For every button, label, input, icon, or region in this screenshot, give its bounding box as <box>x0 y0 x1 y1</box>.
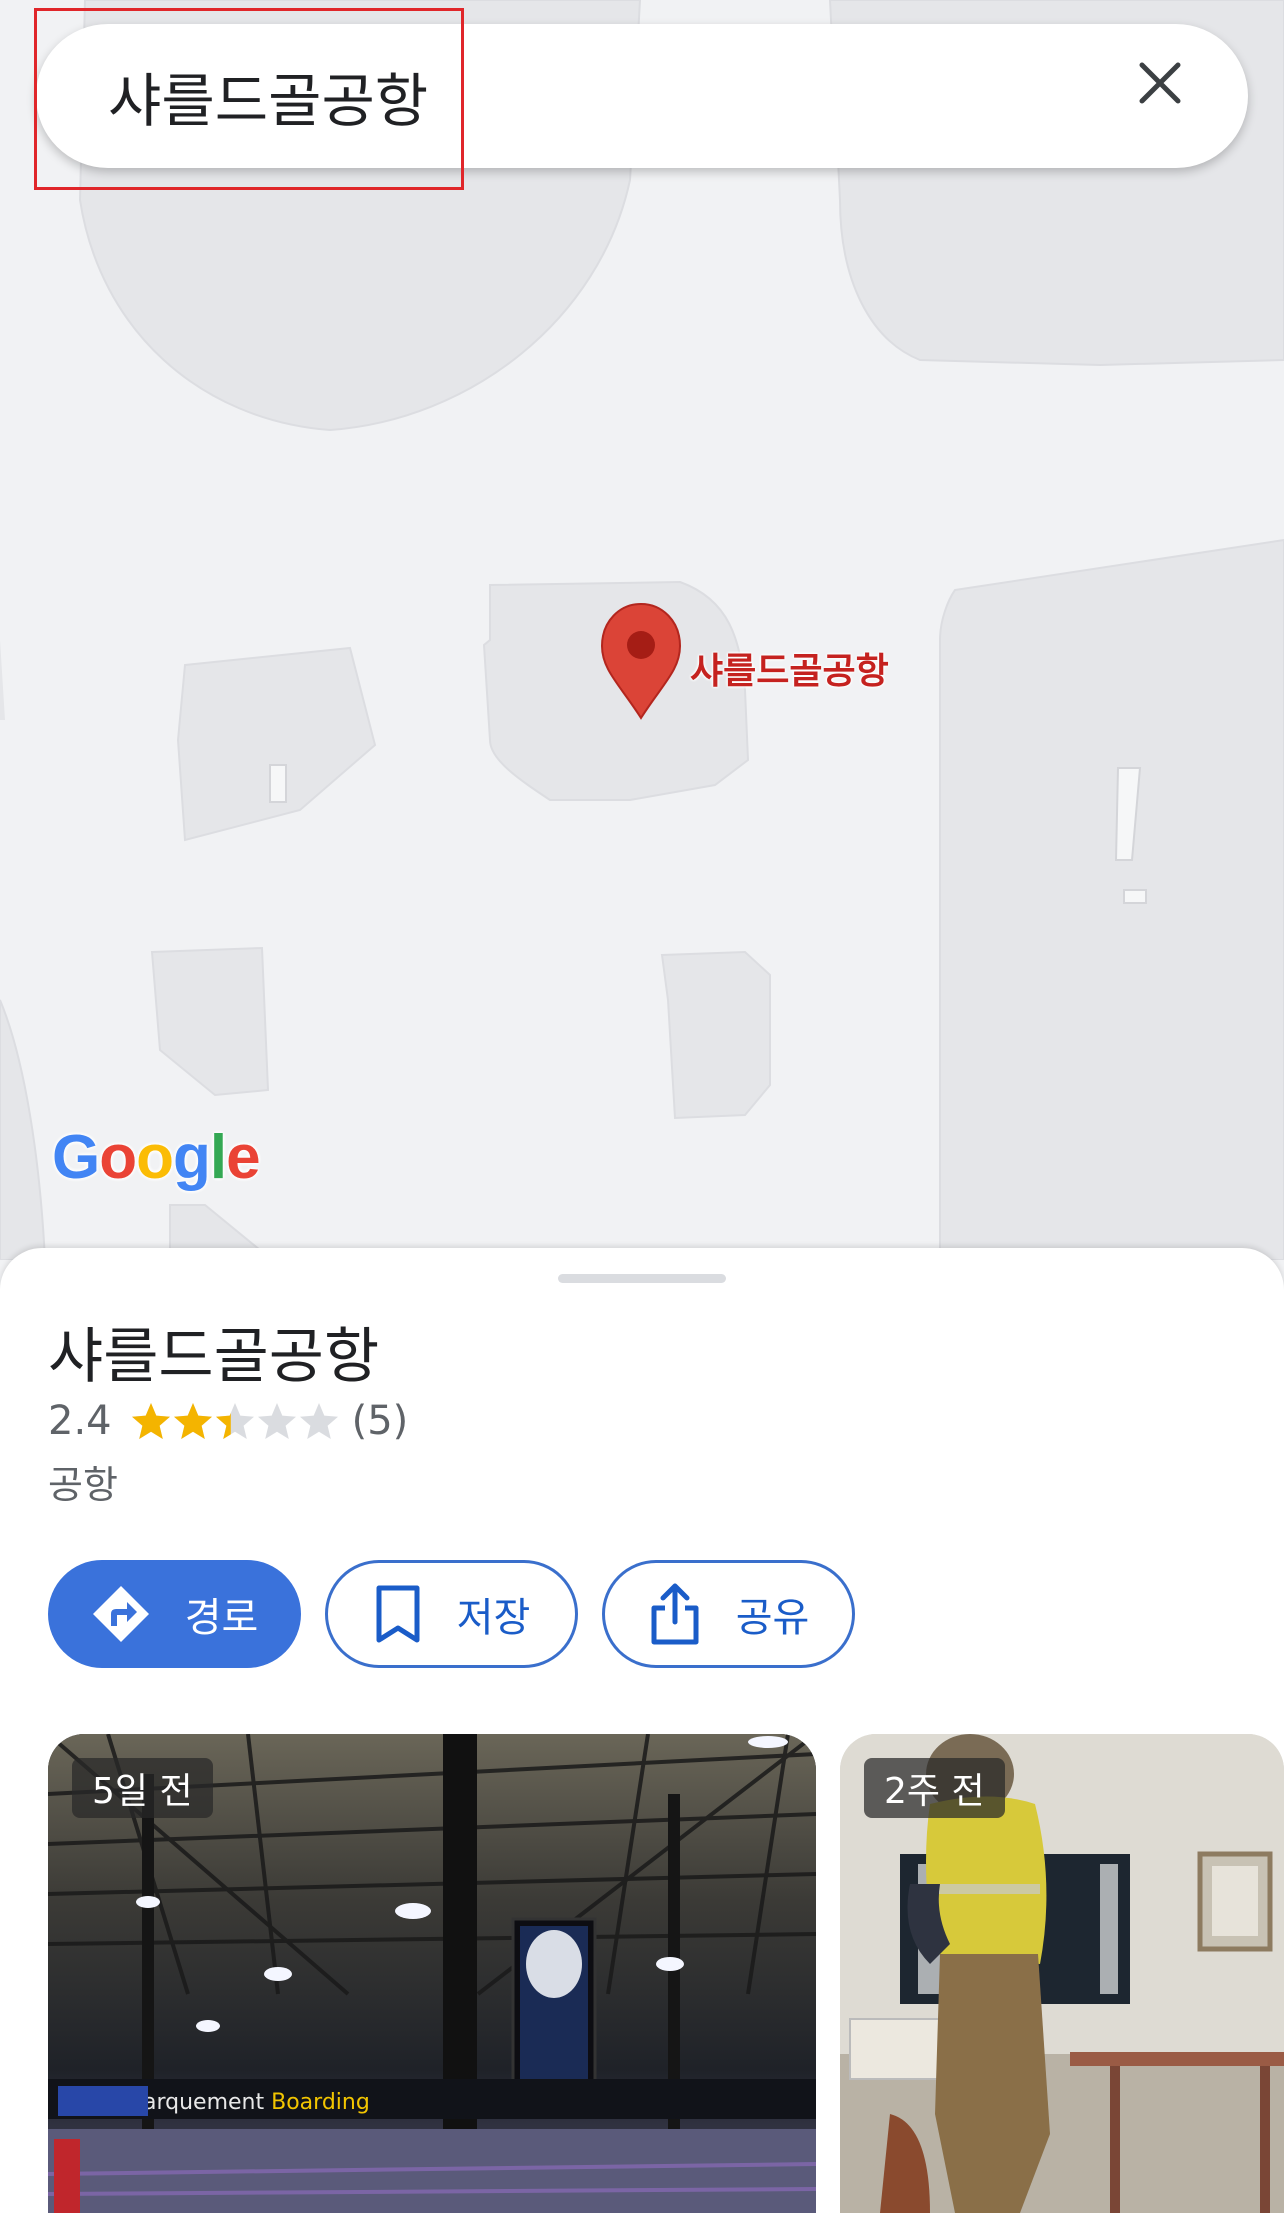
review-count[interactable]: (5) <box>352 1398 409 1444</box>
rating-row[interactable]: 2.4 (5) <box>48 1396 408 1446</box>
map-tiles <box>0 0 1284 1260</box>
star-icon <box>173 1403 212 1439</box>
action-buttons: 경로 저장 공유 <box>48 1560 855 1668</box>
directions-button[interactable]: 경로 <box>48 1560 301 1668</box>
save-label: 저장 <box>456 1595 531 1641</box>
google-logo: Google <box>52 1123 261 1192</box>
search-bar[interactable]: 샤를드골공항 <box>36 24 1248 168</box>
photo-age-badge: 2주 전 <box>864 1758 1005 1818</box>
drag-handle[interactable] <box>558 1274 726 1283</box>
place-category: 공항 <box>48 1463 118 1507</box>
place-bottom-sheet[interactable]: 샤를드골공항 2.4 (5) 공항 경로 저장 공유 arquement Boa… <box>0 1248 1284 2213</box>
share-button[interactable]: 공유 <box>602 1560 855 1668</box>
star-rating <box>130 1400 340 1442</box>
boarding-sign: arquement Boarding <box>143 2090 370 2115</box>
save-button[interactable]: 저장 <box>325 1560 578 1668</box>
map-pin-label[interactable]: 샤를드골공항 <box>690 642 889 694</box>
place-photo[interactable]: 2주 전 <box>840 1734 1284 2213</box>
share-icon <box>651 1583 699 1645</box>
bookmark-icon <box>376 1585 420 1643</box>
place-title: 샤를드골공항 <box>48 1322 380 1392</box>
star-icon <box>215 1403 254 1439</box>
directions-icon <box>92 1586 149 1642</box>
map-view[interactable]: 샤를드골공항 Google 샤를드골공항 <box>0 0 1284 1260</box>
star-icon <box>131 1403 170 1439</box>
place-photo[interactable]: arquement Boarding 5일 전 <box>48 1734 816 2213</box>
close-icon[interactable] <box>1136 59 1210 133</box>
share-label: 공유 <box>735 1595 810 1641</box>
star-icon <box>299 1403 338 1439</box>
rating-value: 2.4 <box>48 1398 112 1444</box>
search-query[interactable]: 샤를드골공항 <box>108 54 428 138</box>
star-icon <box>257 1403 296 1439</box>
photo-age-badge: 5일 전 <box>72 1758 213 1818</box>
directions-label: 경로 <box>184 1595 259 1641</box>
